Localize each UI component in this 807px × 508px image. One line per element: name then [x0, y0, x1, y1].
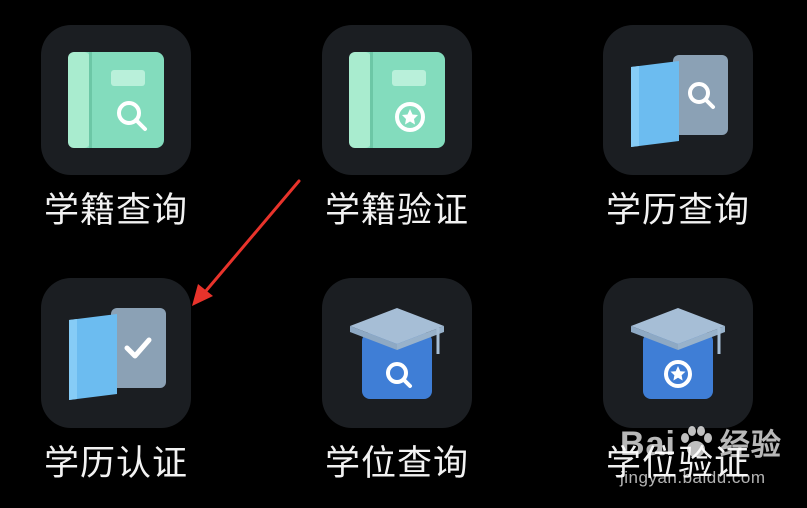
tile-student-status-query[interactable]: 学籍查询 [41, 25, 191, 233]
icon-container [603, 25, 753, 175]
grad-cap-verify-icon [631, 308, 725, 399]
grad-cap-search-icon [350, 308, 444, 399]
blue-folder-search-icon [631, 55, 728, 147]
tile-education-certify[interactable]: 学历认证 [41, 278, 191, 486]
icon-container [603, 278, 753, 428]
icon-container [322, 25, 472, 175]
blue-folder-check-icon [69, 308, 166, 400]
tile-degree-verify[interactable]: 学位验证 [603, 278, 753, 486]
tile-label: 学位查询 [324, 444, 469, 484]
tile-degree-query[interactable]: 学位查询 [322, 278, 472, 486]
tile-student-status-verify[interactable]: 学籍验证 [322, 25, 472, 233]
icon-container [41, 25, 191, 175]
tile-label: 学籍验证 [324, 191, 469, 231]
tile-label: 学籍查询 [43, 191, 188, 231]
tile-education-query[interactable]: 学历查询 [603, 25, 753, 233]
icon-container [41, 278, 191, 428]
tile-label: 学位验证 [605, 444, 750, 484]
icon-container [322, 278, 472, 428]
tile-label: 学历认证 [43, 444, 188, 484]
green-book-search-icon [68, 52, 164, 148]
green-book-verify-icon [349, 52, 445, 148]
tile-label: 学历查询 [605, 191, 750, 231]
